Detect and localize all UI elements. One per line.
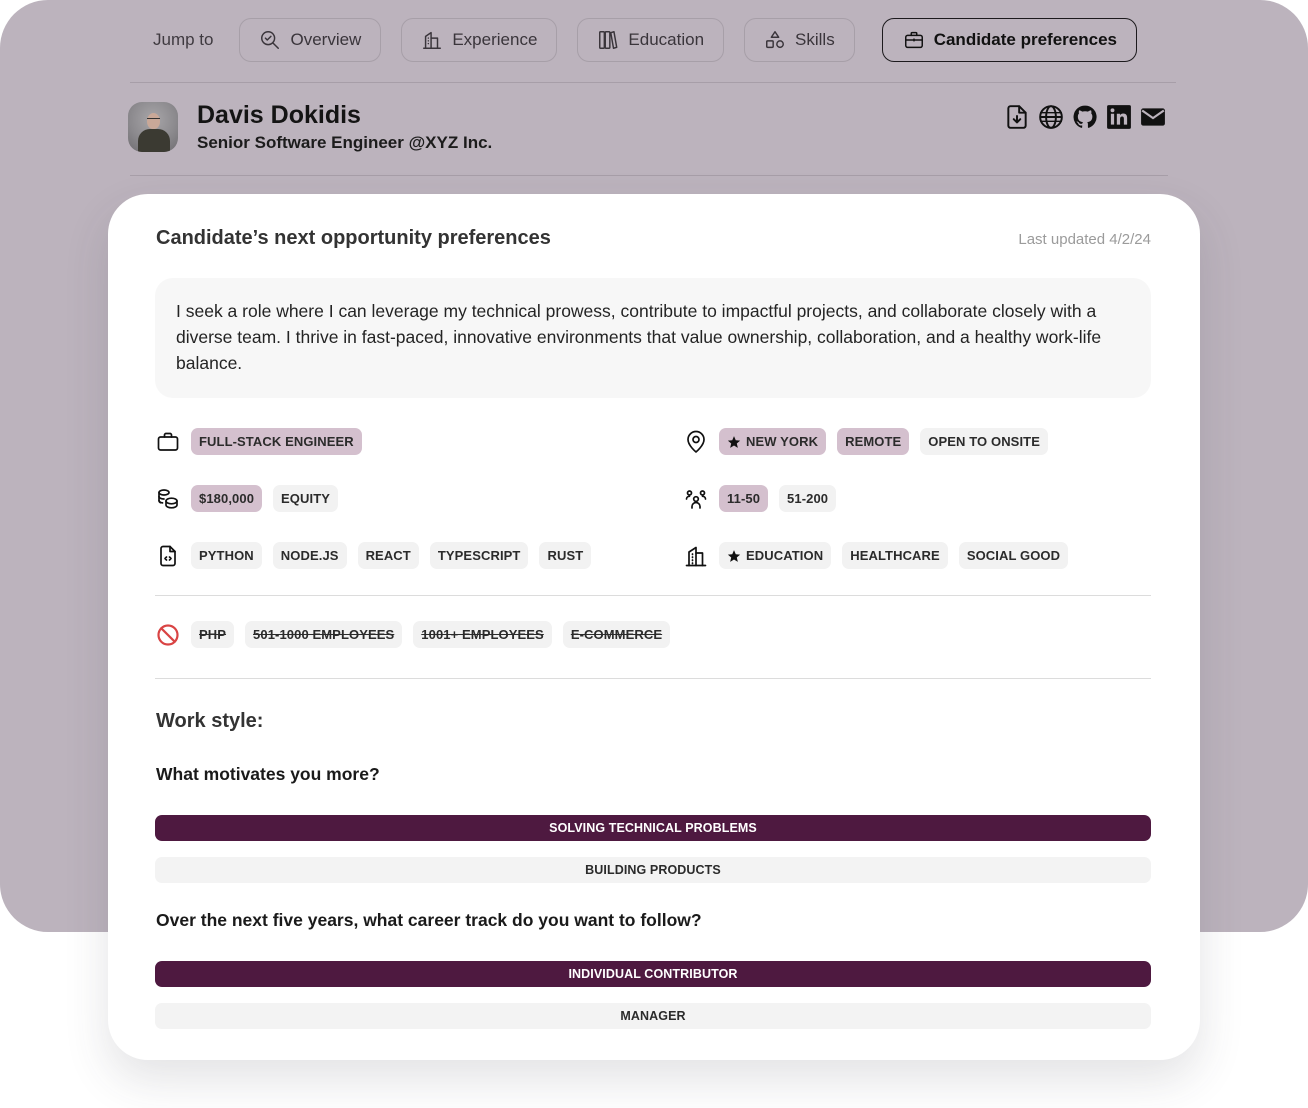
- tech-chip: RUST: [539, 542, 592, 569]
- jump-to-nav: Jump to Overview Experience Education Sk…: [153, 18, 1157, 62]
- coins-icon: [155, 486, 181, 512]
- github-link[interactable]: [1072, 104, 1098, 130]
- avatar: [128, 102, 178, 152]
- nav-experience-label: Experience: [452, 30, 538, 49]
- compensation-row: $180,000 EQUITY: [155, 485, 349, 512]
- resume-download-link[interactable]: [1004, 104, 1030, 130]
- role-preferences-row: FULL-STACK ENGINEER: [155, 428, 373, 455]
- email-icon: [1141, 108, 1165, 126]
- github-icon: [1073, 105, 1097, 128]
- question-career-track: Over the next five years, what career tr…: [156, 910, 702, 930]
- option-individual-contributor[interactable]: INDIVIDUAL CONTRIBUTOR: [155, 961, 1151, 987]
- last-updated: Last updated 4/2/24: [1018, 231, 1151, 248]
- profile-links: [1004, 104, 1166, 130]
- tech-stack-row: PYTHON NODE.JS REACT TYPESCRIPT RUST: [155, 542, 602, 569]
- shapes-icon: [766, 31, 785, 49]
- salary-chip: $180,000: [191, 485, 263, 512]
- location-chip: REMOTE: [837, 428, 910, 455]
- exclusion-chip: E-COMMERCE: [562, 621, 671, 648]
- code-file-icon: [155, 543, 181, 569]
- website-globe-icon: [1039, 105, 1063, 129]
- nav-candidate-preferences-button[interactable]: Candidate preferences: [881, 18, 1137, 62]
- section-divider: [155, 678, 1151, 679]
- location-row: NEW YORK REMOTE OPEN TO ONSITE: [683, 428, 1059, 455]
- books-icon: [599, 31, 618, 49]
- industry-chip: HEALTHCARE: [842, 542, 948, 569]
- jump-to-label: Jump to: [153, 30, 214, 49]
- location-pin-icon: [683, 429, 709, 455]
- search-check-icon: [261, 31, 280, 49]
- option-solving-technical-problems[interactable]: SOLVING TECHNICAL PROBLEMS: [155, 815, 1151, 841]
- company-size-row: 11-50 51-200: [683, 485, 847, 512]
- industry-row: EDUCATION HEALTHCARE SOCIAL GOOD: [683, 542, 1079, 569]
- preferences-summary: I seek a role where I can leverage my te…: [155, 278, 1151, 398]
- prohibited-icon: [155, 622, 181, 648]
- tech-chip: PYTHON: [191, 542, 262, 569]
- resume-download-icon: [1007, 105, 1027, 129]
- nav-education-button[interactable]: Education: [577, 18, 725, 62]
- question-motivation: What motivates you more?: [156, 764, 380, 784]
- building-icon: [423, 31, 442, 49]
- email-link[interactable]: [1140, 104, 1166, 130]
- header-divider-top: [130, 82, 1176, 83]
- work-style-heading: Work style:: [156, 710, 264, 732]
- equity-chip: EQUITY: [273, 485, 339, 512]
- building-icon: [683, 543, 709, 569]
- preferences-card: Candidate’s next opportunity preferences…: [108, 194, 1200, 1060]
- industry-chip: SOCIAL GOOD: [958, 542, 1069, 569]
- nav-overview-label: Overview: [290, 30, 362, 49]
- website-link[interactable]: [1038, 104, 1064, 130]
- candidate-title: Senior Software Engineer @XYZ Inc.: [197, 133, 493, 152]
- briefcase-icon: [155, 429, 181, 455]
- star-icon: [727, 549, 741, 562]
- role-chip: FULL-STACK ENGINEER: [191, 428, 362, 455]
- nav-skills-label: Skills: [795, 30, 835, 49]
- team-icon: [683, 486, 709, 512]
- option-building-products[interactable]: BUILDING PRODUCTS: [155, 857, 1151, 883]
- location-chip: NEW YORK: [719, 428, 827, 455]
- industry-chip: EDUCATION: [719, 542, 832, 569]
- header-divider-bottom: [130, 175, 1168, 176]
- candidate-name: Davis Dokidis: [197, 101, 361, 129]
- linkedin-icon: [1107, 105, 1131, 129]
- exclusions-row: PHP 501-1000 EMPLOYEES 1001+ EMPLOYEES E…: [155, 621, 681, 648]
- option-manager[interactable]: MANAGER: [155, 1003, 1151, 1029]
- nav-candidate-preferences-label: Candidate preferences: [933, 30, 1117, 49]
- nav-overview-button[interactable]: Overview: [239, 18, 382, 62]
- tech-chip: REACT: [357, 542, 419, 569]
- card-title: Candidate’s next opportunity preferences: [156, 227, 551, 249]
- company-size-chip: 51-200: [779, 485, 837, 512]
- nav-experience-button[interactable]: Experience: [401, 18, 558, 62]
- company-size-chip: 11-50: [719, 485, 769, 512]
- location-chip: OPEN TO ONSITE: [920, 428, 1048, 455]
- briefcase-icon: [904, 31, 923, 49]
- nav-education-label: Education: [628, 30, 705, 49]
- tech-chip: NODE.JS: [272, 542, 347, 569]
- nav-skills-button[interactable]: Skills: [744, 18, 855, 62]
- star-icon: [727, 435, 741, 448]
- exclusion-chip: 501-1000 EMPLOYEES: [245, 621, 403, 648]
- exclusion-chip: PHP: [191, 621, 235, 648]
- section-divider: [155, 595, 1151, 596]
- exclusion-chip: 1001+ EMPLOYEES: [413, 621, 552, 648]
- linkedin-link[interactable]: [1106, 104, 1132, 130]
- tech-chip: TYPESCRIPT: [429, 542, 529, 569]
